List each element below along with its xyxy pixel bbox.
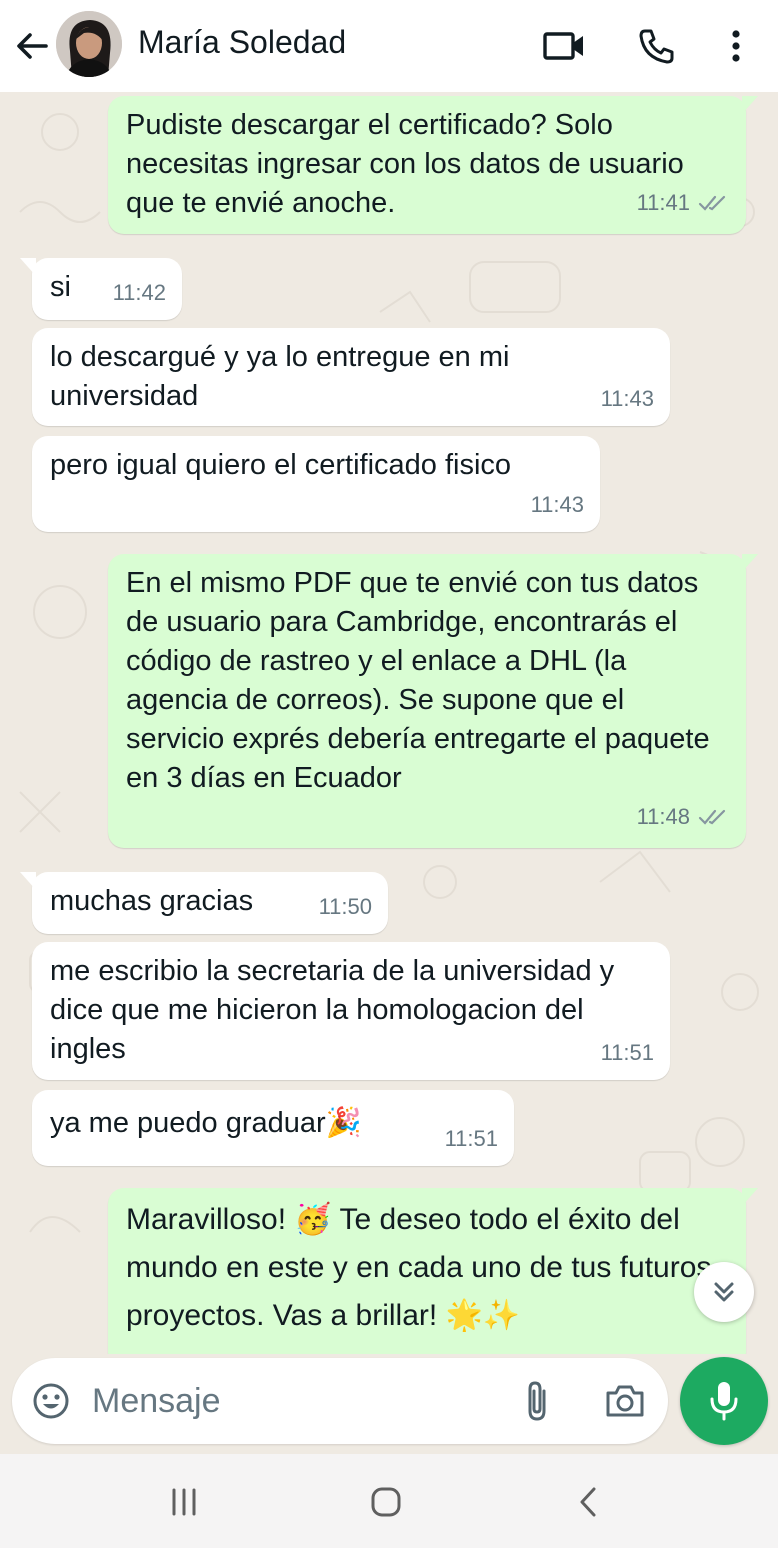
bubble-tail	[742, 96, 758, 114]
bubble-tail	[742, 1188, 758, 1206]
bubble-tail	[20, 872, 36, 890]
message-bubble-incoming[interactable]: lo descargué y ya lo entregue en mi univ…	[32, 328, 670, 426]
message-text: Maravilloso! 🥳 Te deseo todo el éxito de…	[126, 1203, 712, 1332]
scroll-to-bottom-button[interactable]	[694, 1262, 754, 1322]
message-timestamp: 11:48	[636, 804, 690, 829]
message-timestamp: 11:42	[112, 280, 166, 305]
back-arrow-icon[interactable]	[12, 26, 52, 66]
contact-name[interactable]: María Soledad	[138, 24, 346, 61]
message-timestamp: 11:43	[600, 386, 654, 411]
message-bubble-outgoing[interactable]: Pudiste descargar el certificado? Solo n…	[108, 96, 758, 234]
emoji-icon[interactable]	[28, 1378, 74, 1424]
message-timestamp: 11:41	[636, 190, 690, 215]
double-chevron-down-icon	[714, 1282, 734, 1302]
home-icon[interactable]	[364, 1480, 408, 1524]
message-text: ya me puedo graduar🎉	[50, 1107, 362, 1139]
mic-icon	[710, 1382, 738, 1421]
video-call-icon[interactable]	[540, 22, 588, 70]
double-check-icon	[698, 185, 728, 224]
message-text: En el mismo PDF que te envié con tus dat…	[126, 567, 718, 794]
message-composer	[12, 1358, 668, 1444]
message-bubble-outgoing[interactable]: En el mismo PDF que te envié con tus dat…	[108, 554, 758, 848]
message-timestamp: 11:51	[600, 1040, 654, 1065]
message-time: 11:41	[637, 183, 728, 224]
double-check-icon	[698, 799, 728, 838]
message-timestamp: 11:43	[530, 492, 584, 517]
message-bubble-incoming[interactable]: me escribio la secretaria de la universi…	[32, 942, 670, 1080]
camera-icon[interactable]	[602, 1378, 648, 1424]
message-bubble-incoming[interactable]: muchas gracias 11:50	[20, 872, 388, 934]
message-bubble-outgoing[interactable]: Maravilloso! 🥳 Te deseo todo el éxito de…	[108, 1188, 758, 1354]
message-input[interactable]	[92, 1378, 492, 1424]
phone-icon[interactable]	[632, 22, 680, 70]
message-bubble-incoming[interactable]: ya me puedo graduar🎉 11:51	[32, 1090, 514, 1166]
more-options-icon[interactable]	[712, 22, 760, 70]
system-navigation-bar	[0, 1454, 778, 1548]
avatar[interactable]	[56, 11, 122, 77]
recent-apps-icon[interactable]	[162, 1480, 206, 1524]
message-bubble-incoming[interactable]: pero igual quiero el certificado fisico …	[32, 436, 600, 532]
attach-icon[interactable]	[514, 1378, 560, 1424]
message-text: pero igual quiero el certificado fisico	[50, 449, 512, 481]
message-text: me escribio la secretaria de la universi…	[50, 955, 623, 1065]
back-nav-icon[interactable]	[566, 1480, 610, 1524]
chat-area[interactable]: Pudiste descargar el certificado? Solo n…	[0, 92, 778, 1354]
message-text: lo descargué y ya lo entregue en mi univ…	[50, 341, 518, 412]
bubble-tail	[742, 554, 758, 572]
voice-message-button[interactable]	[680, 1357, 768, 1445]
chat-header: María Soledad	[0, 0, 778, 92]
message-timestamp: 11:50	[318, 894, 372, 919]
message-time: 11:48	[637, 797, 728, 838]
bubble-tail	[20, 258, 36, 276]
message-bubble-incoming[interactable]: si 11:42	[20, 258, 182, 320]
message-timestamp: 11:51	[444, 1126, 498, 1151]
